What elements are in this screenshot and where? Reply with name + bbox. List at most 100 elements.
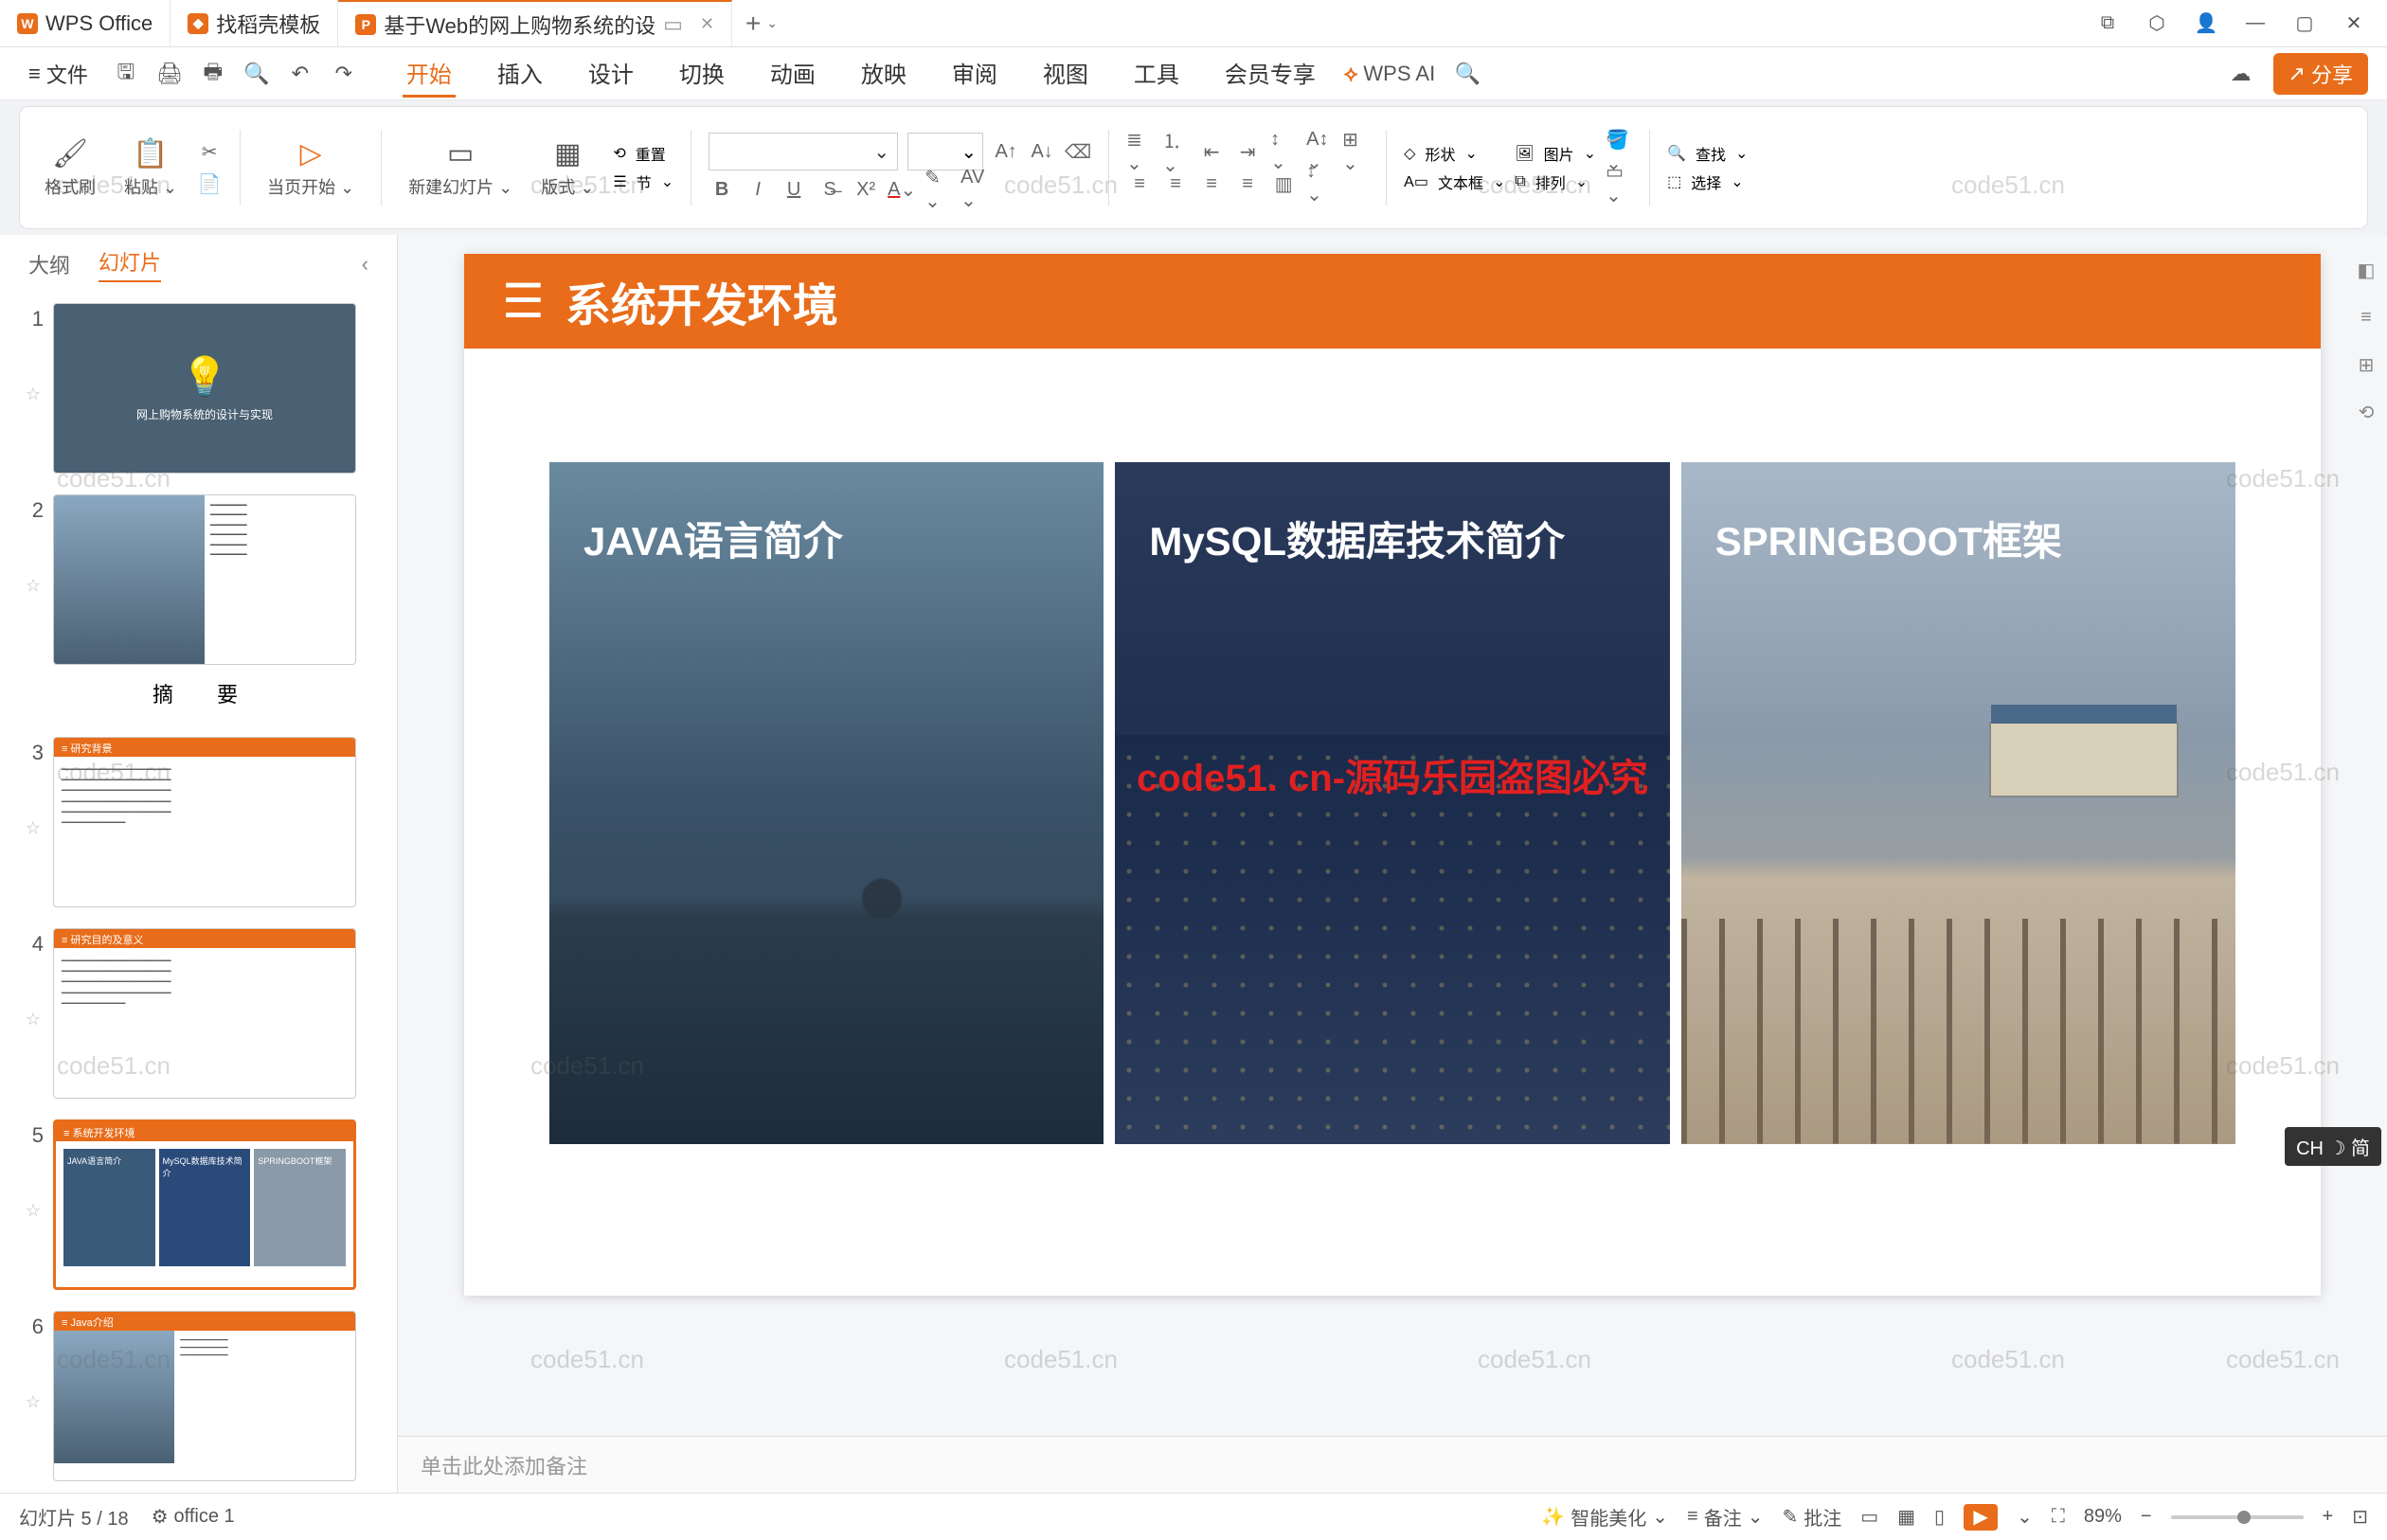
clear-format-icon[interactable]: ⌫ — [1065, 138, 1091, 165]
tab-outline[interactable]: 大纲 — [28, 249, 70, 279]
tab-docer[interactable]: ◆ 找稻壳模板 — [170, 0, 338, 46]
select-button[interactable]: ⬚ 选择 ⌄ — [1667, 170, 1748, 193]
section-button[interactable]: ☰ 节 ⌄ — [613, 170, 673, 193]
rail-icon[interactable]: ≡ — [2352, 303, 2380, 331]
outdent-icon[interactable]: ⇤ — [1198, 138, 1225, 165]
export-icon[interactable]: 🖨 — [154, 59, 185, 89]
superscript-icon[interactable]: X² — [852, 176, 879, 203]
tab-slideshow[interactable]: 放映 — [857, 50, 910, 98]
shape-button[interactable]: ◇ 形状 ⌄ — [1404, 142, 1505, 165]
window-grid-icon[interactable]: ⧉ — [2093, 9, 2122, 38]
print-icon[interactable]: 🖶 — [198, 59, 228, 89]
cut-icon[interactable]: ✂ — [196, 138, 223, 165]
undo-icon[interactable]: ↶ — [285, 59, 315, 89]
close-window-icon[interactable]: ✕ — [2340, 9, 2368, 38]
zoom-slider[interactable] — [2171, 1515, 2304, 1519]
text-direction-icon[interactable]: ↕ ⌄ — [1270, 138, 1297, 165]
file-menu[interactable]: ≡ 文件 — [19, 55, 98, 93]
search-icon[interactable]: 🔍 — [1452, 59, 1482, 89]
star-icon[interactable]: ☆ — [26, 385, 41, 404]
thumb-2[interactable]: ━━━━━━━━━━━━━━━━━━━━━━━━━━━━━━━━━━━━━━━━… — [53, 494, 356, 665]
comments-toggle[interactable]: ✎ 批注 — [1782, 1503, 1841, 1531]
align-justify-icon[interactable]: ≡ — [1234, 170, 1261, 197]
new-slide-button[interactable]: ▭ 新建幻灯片 ⌄ — [399, 137, 522, 199]
tab-start[interactable]: 开始 — [403, 50, 456, 98]
thumb-1[interactable]: 💡 网上购物系统的设计与实现 — [53, 303, 356, 474]
paste-button[interactable]: 📋 粘贴 ⌄ — [115, 137, 187, 199]
cloud-icon[interactable]: ☁ — [2226, 59, 2256, 89]
notes-pane[interactable]: 单击此处添加备注 — [398, 1436, 2387, 1493]
redo-icon[interactable]: ↷ — [329, 59, 359, 89]
layout-button[interactable]: ▦ 版式 ⌄ — [531, 137, 603, 199]
slide[interactable]: ☰ 系统开发环境 JAVA语言简介 MySQL数据库技术简介 SPRINGBOO… — [464, 254, 2321, 1296]
rail-icon[interactable]: ◧ — [2352, 256, 2380, 284]
tab-member[interactable]: 会员专享 — [1221, 50, 1319, 98]
paragraph-spacing-icon[interactable]: ↕ ⌄ — [1306, 170, 1333, 197]
underline-icon[interactable]: U — [781, 176, 807, 203]
from-current-button[interactable]: ▷ 当页开始 ⌄ — [258, 137, 364, 199]
chevron-down-icon[interactable]: ⌄ — [2017, 1505, 2033, 1529]
save-icon[interactable]: 🖫 — [111, 59, 141, 89]
slideshow-button[interactable]: ▶ — [1964, 1504, 1998, 1531]
font-size-select[interactable]: ⌄ — [907, 133, 983, 170]
thumb-5[interactable]: ≡ 系统开发环境 JAVA语言简介 MySQL数据库技术简介 SPRINGBOO… — [53, 1119, 356, 1290]
bullets-icon[interactable]: ≣ ⌄ — [1126, 138, 1153, 165]
thumb-4[interactable]: ≡ 研究目的及意义 ━━━━━━━━━━━━━━━━━━━━━━━━━━━━━━… — [53, 928, 356, 1099]
close-icon[interactable]: ✕ — [700, 14, 714, 34]
reading-view-icon[interactable]: ▯ — [1934, 1505, 1945, 1529]
tab-wps-office[interactable]: W WPS Office — [0, 0, 170, 46]
italic-icon[interactable]: I — [745, 176, 771, 203]
beautify-button[interactable]: ✨ 智能美化 ⌄ — [1541, 1503, 1668, 1531]
numbering-icon[interactable]: ⒈ ⌄ — [1162, 138, 1189, 165]
bold-icon[interactable]: B — [709, 176, 735, 203]
fit-icon[interactable]: ⊡ — [2352, 1505, 2368, 1529]
format-brush-button[interactable]: 🖌 格式刷 — [35, 137, 105, 199]
normal-view-icon[interactable]: ▭ — [1860, 1505, 1878, 1529]
avatar[interactable]: 👤 — [2192, 9, 2220, 38]
collapse-icon[interactable]: ‹ — [362, 252, 368, 277]
align-vert-icon[interactable]: ⊞ ⌄ — [1342, 138, 1369, 165]
strike-icon[interactable]: S̶ — [817, 176, 843, 203]
decrease-font-icon[interactable]: A↓ — [1029, 138, 1055, 165]
star-icon[interactable]: ☆ — [26, 1010, 41, 1030]
reset-button[interactable]: ⟲ 重置 — [613, 142, 673, 165]
increase-font-icon[interactable]: A↑ — [993, 138, 1019, 165]
highlight-icon[interactable]: ✎ ⌄ — [924, 176, 951, 203]
outline-icon[interactable]: ▭ ⌄ — [1606, 170, 1632, 197]
tab-view[interactable]: 视图 — [1039, 50, 1092, 98]
cube-icon[interactable]: ⬡ — [2143, 9, 2171, 38]
maximize-icon[interactable]: ▢ — [2290, 9, 2319, 38]
tab-slides[interactable]: 幻灯片 — [99, 246, 161, 282]
picture-button[interactable]: 🖼 图片 ⌄ — [1515, 142, 1596, 165]
font-color-icon[interactable]: A ⌄ — [888, 176, 915, 203]
notes-toggle[interactable]: ≡ 备注 ⌄ — [1687, 1503, 1763, 1531]
tab-transition[interactable]: 切换 — [675, 50, 728, 98]
wps-ai[interactable]: ⟡ WPS AI — [1344, 62, 1435, 86]
rail-icon[interactable]: ⊞ — [2352, 350, 2380, 379]
star-icon[interactable]: ☆ — [26, 818, 41, 838]
copy-icon[interactable]: 📄 — [196, 170, 223, 197]
minimize-icon[interactable]: — — [2241, 9, 2270, 38]
find-button[interactable]: 🔍 查找 ⌄ — [1667, 142, 1748, 165]
thumb-6[interactable]: ≡ Java介绍 ━━━━━━━━━━━━━━━━━━━━━━━━━━━━━━━… — [53, 1311, 356, 1481]
star-icon[interactable]: ☆ — [26, 1201, 41, 1221]
zoom-knob[interactable] — [2237, 1511, 2251, 1524]
ime-badge[interactable]: CH ☽ 简 — [2285, 1127, 2381, 1166]
preview-icon[interactable]: 🔍 — [242, 59, 272, 89]
new-tab-button[interactable]: + ⌄ — [732, 0, 791, 46]
arrange-button[interactable]: ⧉ 排列 ⌄ — [1515, 170, 1596, 193]
thumb-3[interactable]: ≡ 研究背景 ━━━━━━━━━━━━━━━━━━━━━━━━━━━━━━━━━… — [53, 737, 356, 907]
star-icon[interactable]: ☆ — [26, 1392, 41, 1412]
char-spacing-icon[interactable]: AV ⌄ — [960, 176, 987, 203]
fullscreen-icon[interactable]: ⛶ — [2052, 1506, 2065, 1528]
tab-animation[interactable]: 动画 — [766, 50, 819, 98]
zoom-in-icon[interactable]: + — [2323, 1506, 2334, 1528]
star-icon[interactable]: ☆ — [26, 576, 41, 596]
tab-review[interactable]: 审阅 — [948, 50, 1001, 98]
align-right-icon[interactable]: ≡ — [1198, 170, 1225, 197]
canvas-scroll[interactable]: ☰ 系统开发环境 JAVA语言简介 MySQL数据库技术简介 SPRINGBOO… — [398, 235, 2387, 1436]
align-center-icon[interactable]: ≡ — [1162, 170, 1189, 197]
share-button[interactable]: ↗ 分享 — [2273, 53, 2368, 95]
rail-icon[interactable]: ⟲ — [2352, 398, 2380, 426]
tab-design[interactable]: 设计 — [584, 50, 637, 98]
